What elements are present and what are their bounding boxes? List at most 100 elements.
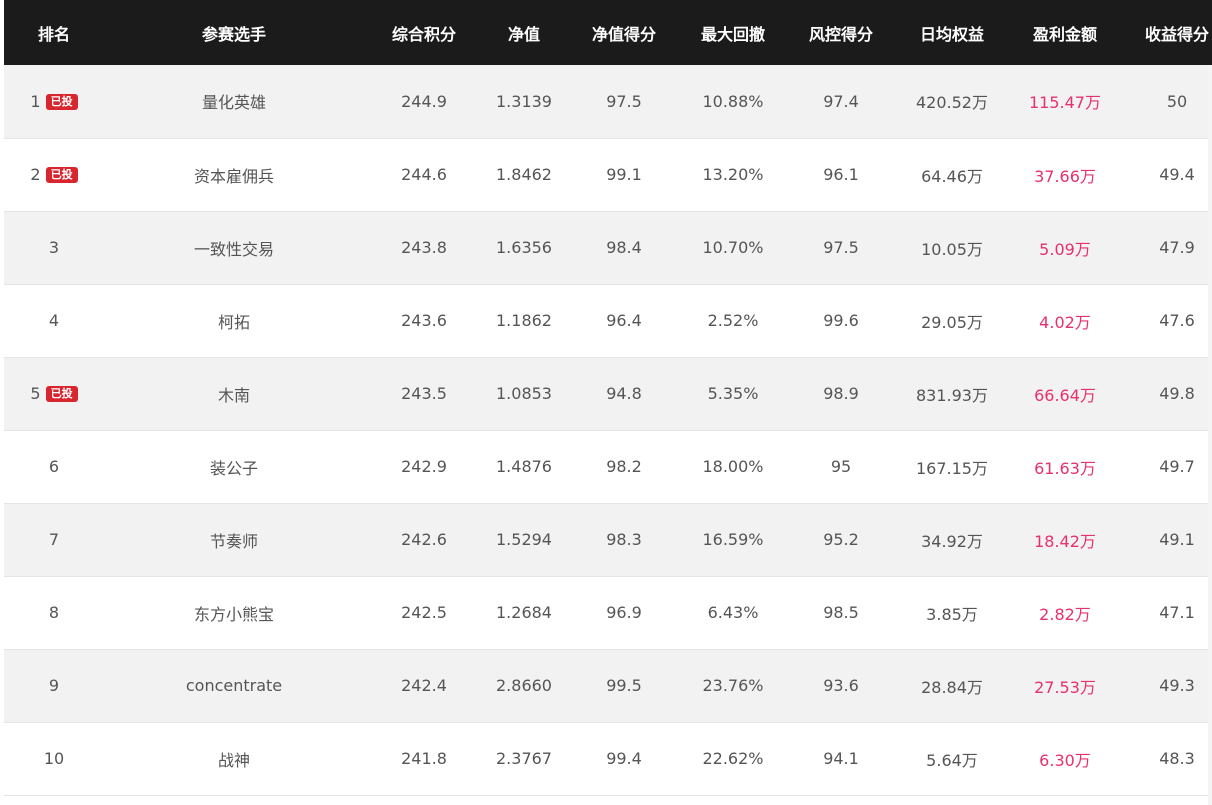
player-cell[interactable]: 东方小熊宝 xyxy=(104,576,364,649)
score-cell: 241.8 xyxy=(401,749,447,768)
rank-cell: 6 xyxy=(4,430,104,503)
rank-number: 1 xyxy=(30,91,41,111)
nav-cell: 1.8462 xyxy=(496,165,552,184)
rank-cell: 2 已投 xyxy=(4,138,104,211)
max-drawdown-cell: 13.20% xyxy=(702,165,764,184)
daily-equity-cell: 28.84万 xyxy=(921,677,983,697)
invested-badge: 已投 xyxy=(45,93,78,110)
max-drawdown-cell: 23.76% xyxy=(702,676,764,695)
rank-number: 7 xyxy=(48,530,60,549)
max-drawdown-cell: 22.62% xyxy=(702,749,764,768)
rank-number: 4 xyxy=(48,311,60,330)
player-cell[interactable]: 装公子 xyxy=(104,430,364,503)
table-row[interactable]: 8 东方小熊宝 242.5 1.2684 96.9 6.43% 98.5 3.85万 2.82万… xyxy=(4,576,1212,649)
score-cell: 243.6 xyxy=(401,311,447,330)
risk-score-cell: 97.4 xyxy=(823,91,859,111)
header-rank[interactable]: 排名 xyxy=(4,0,104,65)
nav-score-cell: 98.3 xyxy=(606,530,642,549)
table-row[interactable]: 9 concentrate 242.4 2.8660 99.5 23.76% 93.6 28.… xyxy=(4,649,1212,722)
score-cell: 243.8 xyxy=(401,238,447,257)
table-row[interactable]: 4 柯拓 243.6 1.1862 96.4 2.52% 99.6 29.05万 4.02万 47… xyxy=(4,284,1212,357)
table-header: 排名 参赛选手 综合积分 净值 净值得分 最大回撤 风控得分 日均权益 盈利金额… xyxy=(4,0,1212,65)
table-row[interactable]: 10 战神 241.8 2.3767 99.4 22.62% 94.1 5.64万 6.30万 4… xyxy=(4,722,1212,795)
nav-score-cell: 99.1 xyxy=(606,165,642,184)
player-cell[interactable]: concentrate xyxy=(104,649,364,722)
return-score-cell: 49.3 xyxy=(1159,676,1195,695)
rank-cell: 5 已投 xyxy=(4,357,104,430)
max-drawdown-cell: 18.00% xyxy=(702,457,764,476)
rank-cell: 7 xyxy=(4,503,104,576)
nav-cell: 1.2684 xyxy=(496,603,552,622)
table-row[interactable]: 5 已投 木南 243.5 1.0853 94.8 5.35% 98.9 831.93万 66.6… xyxy=(4,357,1212,430)
header-daily-equity[interactable]: 日均权益 xyxy=(900,0,1004,65)
table-body: 1 已投 量化英雄 244.9 1.3139 97.5 10.88% 97.4 420.52万 1… xyxy=(4,65,1212,795)
header-nav-score[interactable]: 净值得分 xyxy=(564,0,684,65)
return-score-cell: 49.7 xyxy=(1159,457,1195,476)
player-cell[interactable]: 木南 xyxy=(104,357,364,430)
risk-score-cell: 98.5 xyxy=(823,603,859,622)
invested-badge: 已投 xyxy=(45,386,78,402)
daily-equity-cell: 34.92万 xyxy=(921,531,983,551)
daily-equity-cell: 3.85万 xyxy=(926,604,978,624)
risk-score-cell: 97.5 xyxy=(823,238,859,257)
profit-cell: 27.53万 xyxy=(1034,677,1096,697)
daily-equity-cell: 10.05万 xyxy=(921,239,983,259)
risk-score-cell: 99.6 xyxy=(823,311,859,330)
nav-cell: 1.5294 xyxy=(496,530,552,549)
return-score-cell: 49.8 xyxy=(1159,384,1195,403)
header-max-drawdown[interactable]: 最大回撤 xyxy=(684,0,782,65)
score-cell: 244.6 xyxy=(401,165,447,184)
risk-score-cell: 95.2 xyxy=(823,530,859,549)
nav-score-cell: 98.4 xyxy=(606,238,642,257)
table-row[interactable]: 2 已投 资本雇佣兵 244.6 1.8462 99.1 13.20% 96.1 64.46万 3… xyxy=(4,138,1212,211)
header-profit[interactable]: 盈利金额 xyxy=(1004,0,1126,65)
table-row[interactable]: 3 一致性交易 243.8 1.6356 98.4 10.70% 97.5 10.05万 5.0… xyxy=(4,211,1212,284)
return-score-cell: 48.3 xyxy=(1159,749,1195,768)
max-drawdown-cell: 10.70% xyxy=(702,238,764,257)
daily-equity-cell: 167.15万 xyxy=(916,458,988,478)
table-row[interactable]: 1 已投 量化英雄 244.9 1.3139 97.5 10.88% 97.4 420.52万 1… xyxy=(4,65,1212,138)
profit-cell: 115.47万 xyxy=(1029,93,1101,113)
nav-cell: 1.0853 xyxy=(496,384,552,403)
return-score-cell: 49.4 xyxy=(1159,165,1195,184)
max-drawdown-cell: 16.59% xyxy=(702,530,764,549)
score-cell: 242.4 xyxy=(401,676,447,695)
nav-cell: 1.3139 xyxy=(496,91,552,111)
profit-cell: 61.63万 xyxy=(1034,458,1096,478)
risk-score-cell: 96.1 xyxy=(823,165,859,184)
header-risk-score[interactable]: 风控得分 xyxy=(782,0,900,65)
daily-equity-cell: 420.52万 xyxy=(916,93,988,113)
header-player[interactable]: 参赛选手 xyxy=(104,0,364,65)
table-edge xyxy=(1208,65,1212,805)
score-cell: 244.9 xyxy=(401,91,447,111)
header-nav[interactable]: 净值 xyxy=(484,0,564,65)
rank-number: 6 xyxy=(48,457,60,476)
rank-number: 9 xyxy=(48,676,60,695)
player-cell[interactable]: 节奏师 xyxy=(104,503,364,576)
risk-score-cell: 94.1 xyxy=(823,749,859,768)
max-drawdown-cell: 2.52% xyxy=(707,311,759,330)
player-cell[interactable]: 资本雇佣兵 xyxy=(104,138,364,211)
profit-cell: 18.42万 xyxy=(1034,531,1096,551)
rank-cell: 3 xyxy=(4,211,104,284)
player-cell[interactable]: 战神 xyxy=(104,722,364,795)
nav-score-cell: 99.5 xyxy=(606,676,642,695)
return-score-cell: 49.1 xyxy=(1159,530,1195,549)
player-cell[interactable]: 一致性交易 xyxy=(104,211,364,284)
profit-cell: 4.02万 xyxy=(1039,312,1091,332)
nav-score-cell: 96.4 xyxy=(606,311,642,330)
score-cell: 243.5 xyxy=(401,384,447,403)
daily-equity-cell: 64.46万 xyxy=(921,166,983,186)
invested-badge: 已投 xyxy=(45,167,78,183)
return-score-cell: 47.1 xyxy=(1159,603,1195,622)
player-cell[interactable]: 柯拓 xyxy=(104,284,364,357)
max-drawdown-cell: 6.43% xyxy=(707,603,759,622)
rank-cell: 9 xyxy=(4,649,104,722)
player-cell[interactable]: 量化英雄 xyxy=(104,65,364,138)
table-row[interactable]: 7 节奏师 242.6 1.5294 98.3 16.59% 95.2 34.92万 18.42… xyxy=(4,503,1212,576)
header-score[interactable]: 综合积分 xyxy=(364,0,484,65)
risk-score-cell: 98.9 xyxy=(823,384,859,403)
header-return-score[interactable]: 收益得分 xyxy=(1126,0,1212,65)
table-row[interactable]: 6 装公子 242.9 1.4876 98.2 18.00% 95 167.15万 61.63万… xyxy=(4,430,1212,503)
profit-cell: 6.30万 xyxy=(1039,750,1091,770)
